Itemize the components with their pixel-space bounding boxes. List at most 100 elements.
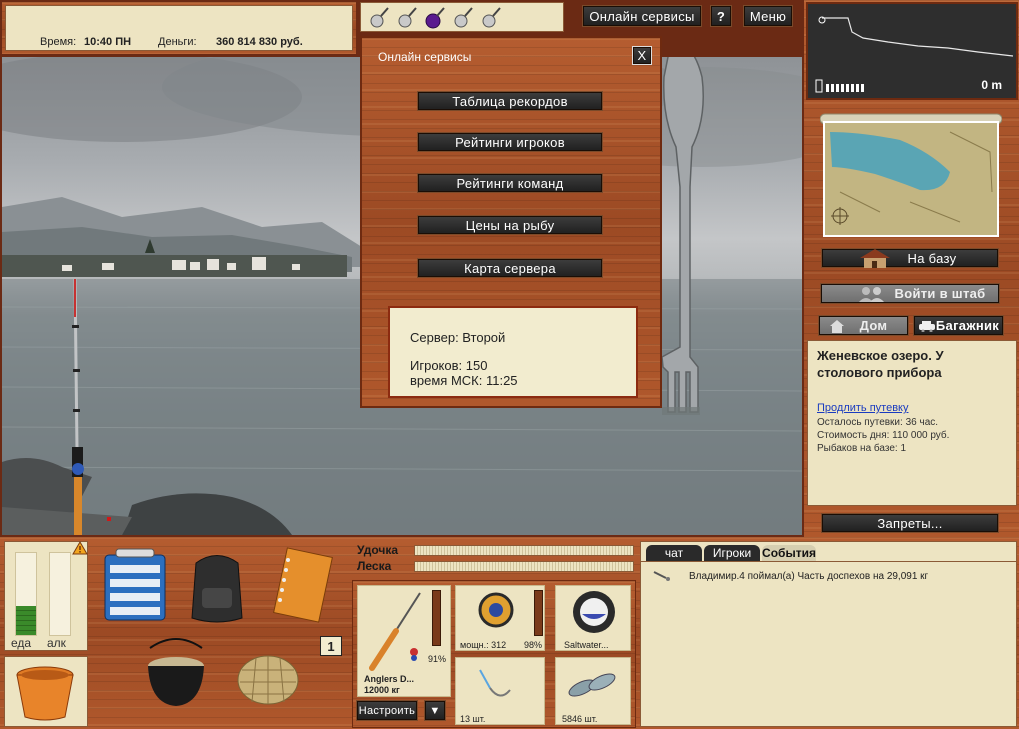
tension-panel: Удочка Леска xyxy=(352,541,636,577)
home-button[interactable]: Дом xyxy=(818,315,909,336)
fishers-on-base: Рыбаков на базе: 1 xyxy=(817,443,907,454)
list-item: Владимир.4 поймал(а) Часть доспехов на 2… xyxy=(652,569,1012,585)
to-base-button[interactable]: На базу xyxy=(821,248,999,268)
catch-icon xyxy=(653,571,670,581)
close-icon: X xyxy=(637,48,647,63)
lure-icon-active[interactable] xyxy=(425,7,445,29)
team-ratings-button[interactable]: Рейтинги команд xyxy=(417,173,603,193)
line-tension-bar xyxy=(414,561,634,572)
lure-icon[interactable] xyxy=(398,7,417,28)
cooking-pot[interactable] xyxy=(140,634,212,714)
reel-power: мощн.: 312 xyxy=(460,640,507,650)
needs-panel: еда алк xyxy=(4,541,88,651)
tab-divider xyxy=(641,561,1016,562)
warning-icon xyxy=(72,541,88,555)
online-services-button[interactable]: Онлайн сервисы xyxy=(582,5,702,27)
backpack-icon xyxy=(191,555,243,623)
lake-map xyxy=(820,113,1002,237)
records-table-button[interactable]: Таблица рекордов xyxy=(417,91,603,111)
reel-percent: 98% xyxy=(524,640,543,650)
bucket-icon xyxy=(16,666,74,721)
location-title: Женевское озеро. У столового прибора xyxy=(817,348,944,380)
team-icon xyxy=(855,285,889,303)
hook-slot[interactable]: 13 шт. xyxy=(455,657,545,725)
backpack[interactable] xyxy=(186,548,248,626)
enter-hq-label: Войти в штаб xyxy=(894,286,986,301)
server-name: Сервер: Второй xyxy=(410,330,506,345)
setup-tackle-button[interactable]: Настроить xyxy=(356,700,418,721)
location-map[interactable] xyxy=(820,112,1002,238)
reel-slot[interactable]: мощн.: 312 98% xyxy=(455,585,545,651)
home-icon xyxy=(829,319,845,336)
alcohol-label: алк xyxy=(47,636,66,650)
trunk-label: Багажник xyxy=(935,318,1000,333)
inventory-count-badge: 1 xyxy=(320,636,342,656)
menu-button[interactable]: Меню xyxy=(743,5,793,27)
lure-icon[interactable] xyxy=(482,7,501,28)
house-icon xyxy=(858,247,892,269)
lure-icon[interactable] xyxy=(370,7,389,28)
notebook[interactable] xyxy=(266,546,334,626)
fish-bait-icon xyxy=(568,673,616,697)
help-button[interactable]: ? xyxy=(710,5,732,27)
status-bar: Время: 10:40 ПН Деньги: 360 814 830 руб. xyxy=(2,2,356,54)
status-panel: Время: 10:40 ПН Деньги: 360 814 830 руб. xyxy=(5,5,353,51)
trunk-button[interactable]: Багажник xyxy=(913,315,1004,336)
rod-name: Anglers D... xyxy=(364,674,415,684)
location-info: Женевское озеро. У столового прибора Про… xyxy=(807,340,1017,506)
sonar-panel: 0 m xyxy=(806,2,1018,100)
event-text: Владимир.4 поймал(а) Часть доспехов на 2… xyxy=(689,571,929,582)
line-tension-label: Леска xyxy=(357,559,392,573)
reel-icon xyxy=(478,592,514,628)
player-ratings-button[interactable]: Рейтинги игроков xyxy=(417,132,603,152)
fish-keepnet[interactable] xyxy=(232,640,304,710)
rod-tension-label: Удочка xyxy=(357,543,399,557)
tackle-box-icon xyxy=(104,548,166,621)
fish-bucket[interactable] xyxy=(4,656,88,727)
lure-bar xyxy=(360,2,564,32)
hook-count: 13 шт. xyxy=(460,714,486,724)
money-value: 360 814 830 руб. xyxy=(216,36,303,48)
daily-cost: Стоимость дня: 110 000 руб. xyxy=(817,430,950,441)
time-value: 10:40 ПН xyxy=(84,36,132,48)
lure-slots xyxy=(370,7,501,29)
fish-prices-button[interactable]: Цены на рыбу xyxy=(417,215,603,235)
server-map-button[interactable]: Карта сервера xyxy=(417,258,603,278)
tab-chat[interactable]: чат xyxy=(646,545,702,561)
online-services-dialog: Онлайн сервисы X Таблица рекордов Рейтин… xyxy=(360,36,662,408)
close-button[interactable]: X xyxy=(632,46,652,65)
players-count: Игроков: 150 xyxy=(410,358,488,373)
keepnet-icon xyxy=(237,655,299,705)
food-meter xyxy=(15,552,37,636)
lure-icon[interactable] xyxy=(454,7,473,28)
food-level xyxy=(16,606,36,635)
food-label: еда xyxy=(11,636,32,650)
home-label: Дом xyxy=(859,318,888,333)
rod-percent: 91% xyxy=(428,654,447,664)
enter-hq-button[interactable]: Войти в штаб xyxy=(820,283,1000,304)
rod-capacity: 12000 кг xyxy=(364,685,400,695)
to-base-label: На базу xyxy=(907,250,957,266)
bait-count: 5846 шт. xyxy=(562,714,598,724)
moscow-time: время МСК: 11:25 xyxy=(410,373,518,388)
tackle-box[interactable] xyxy=(100,545,170,625)
cooking-pot-icon xyxy=(148,638,204,706)
extend-permit-link[interactable]: Продлить путевку xyxy=(817,402,908,414)
bait-slot[interactable]: 5846 шт. xyxy=(555,657,631,725)
rod-slot[interactable]: 91% Anglers D... 12000 кг xyxy=(357,585,451,697)
bans-button[interactable]: Запреты... xyxy=(821,513,999,533)
depth-readout: 0 m xyxy=(981,78,1002,92)
tab-events[interactable]: События xyxy=(762,545,816,561)
fishing-line-slot[interactable]: Saltwater... xyxy=(555,585,631,651)
notebook-icon xyxy=(273,547,333,623)
permit-remaining: Осталось путевки: 36 час. xyxy=(817,417,939,428)
money-label: Деньги: xyxy=(158,36,197,48)
hook-icon xyxy=(479,669,511,697)
rod-tension-bar xyxy=(414,545,634,556)
dialog-title: Онлайн сервисы xyxy=(378,50,472,64)
reel-wear-meter xyxy=(534,590,543,636)
line-spool-icon xyxy=(573,591,615,633)
tackle-dropdown-button[interactable]: ▼ xyxy=(424,700,446,721)
battery-icon xyxy=(815,79,864,93)
tab-players[interactable]: Игроки xyxy=(704,545,760,561)
